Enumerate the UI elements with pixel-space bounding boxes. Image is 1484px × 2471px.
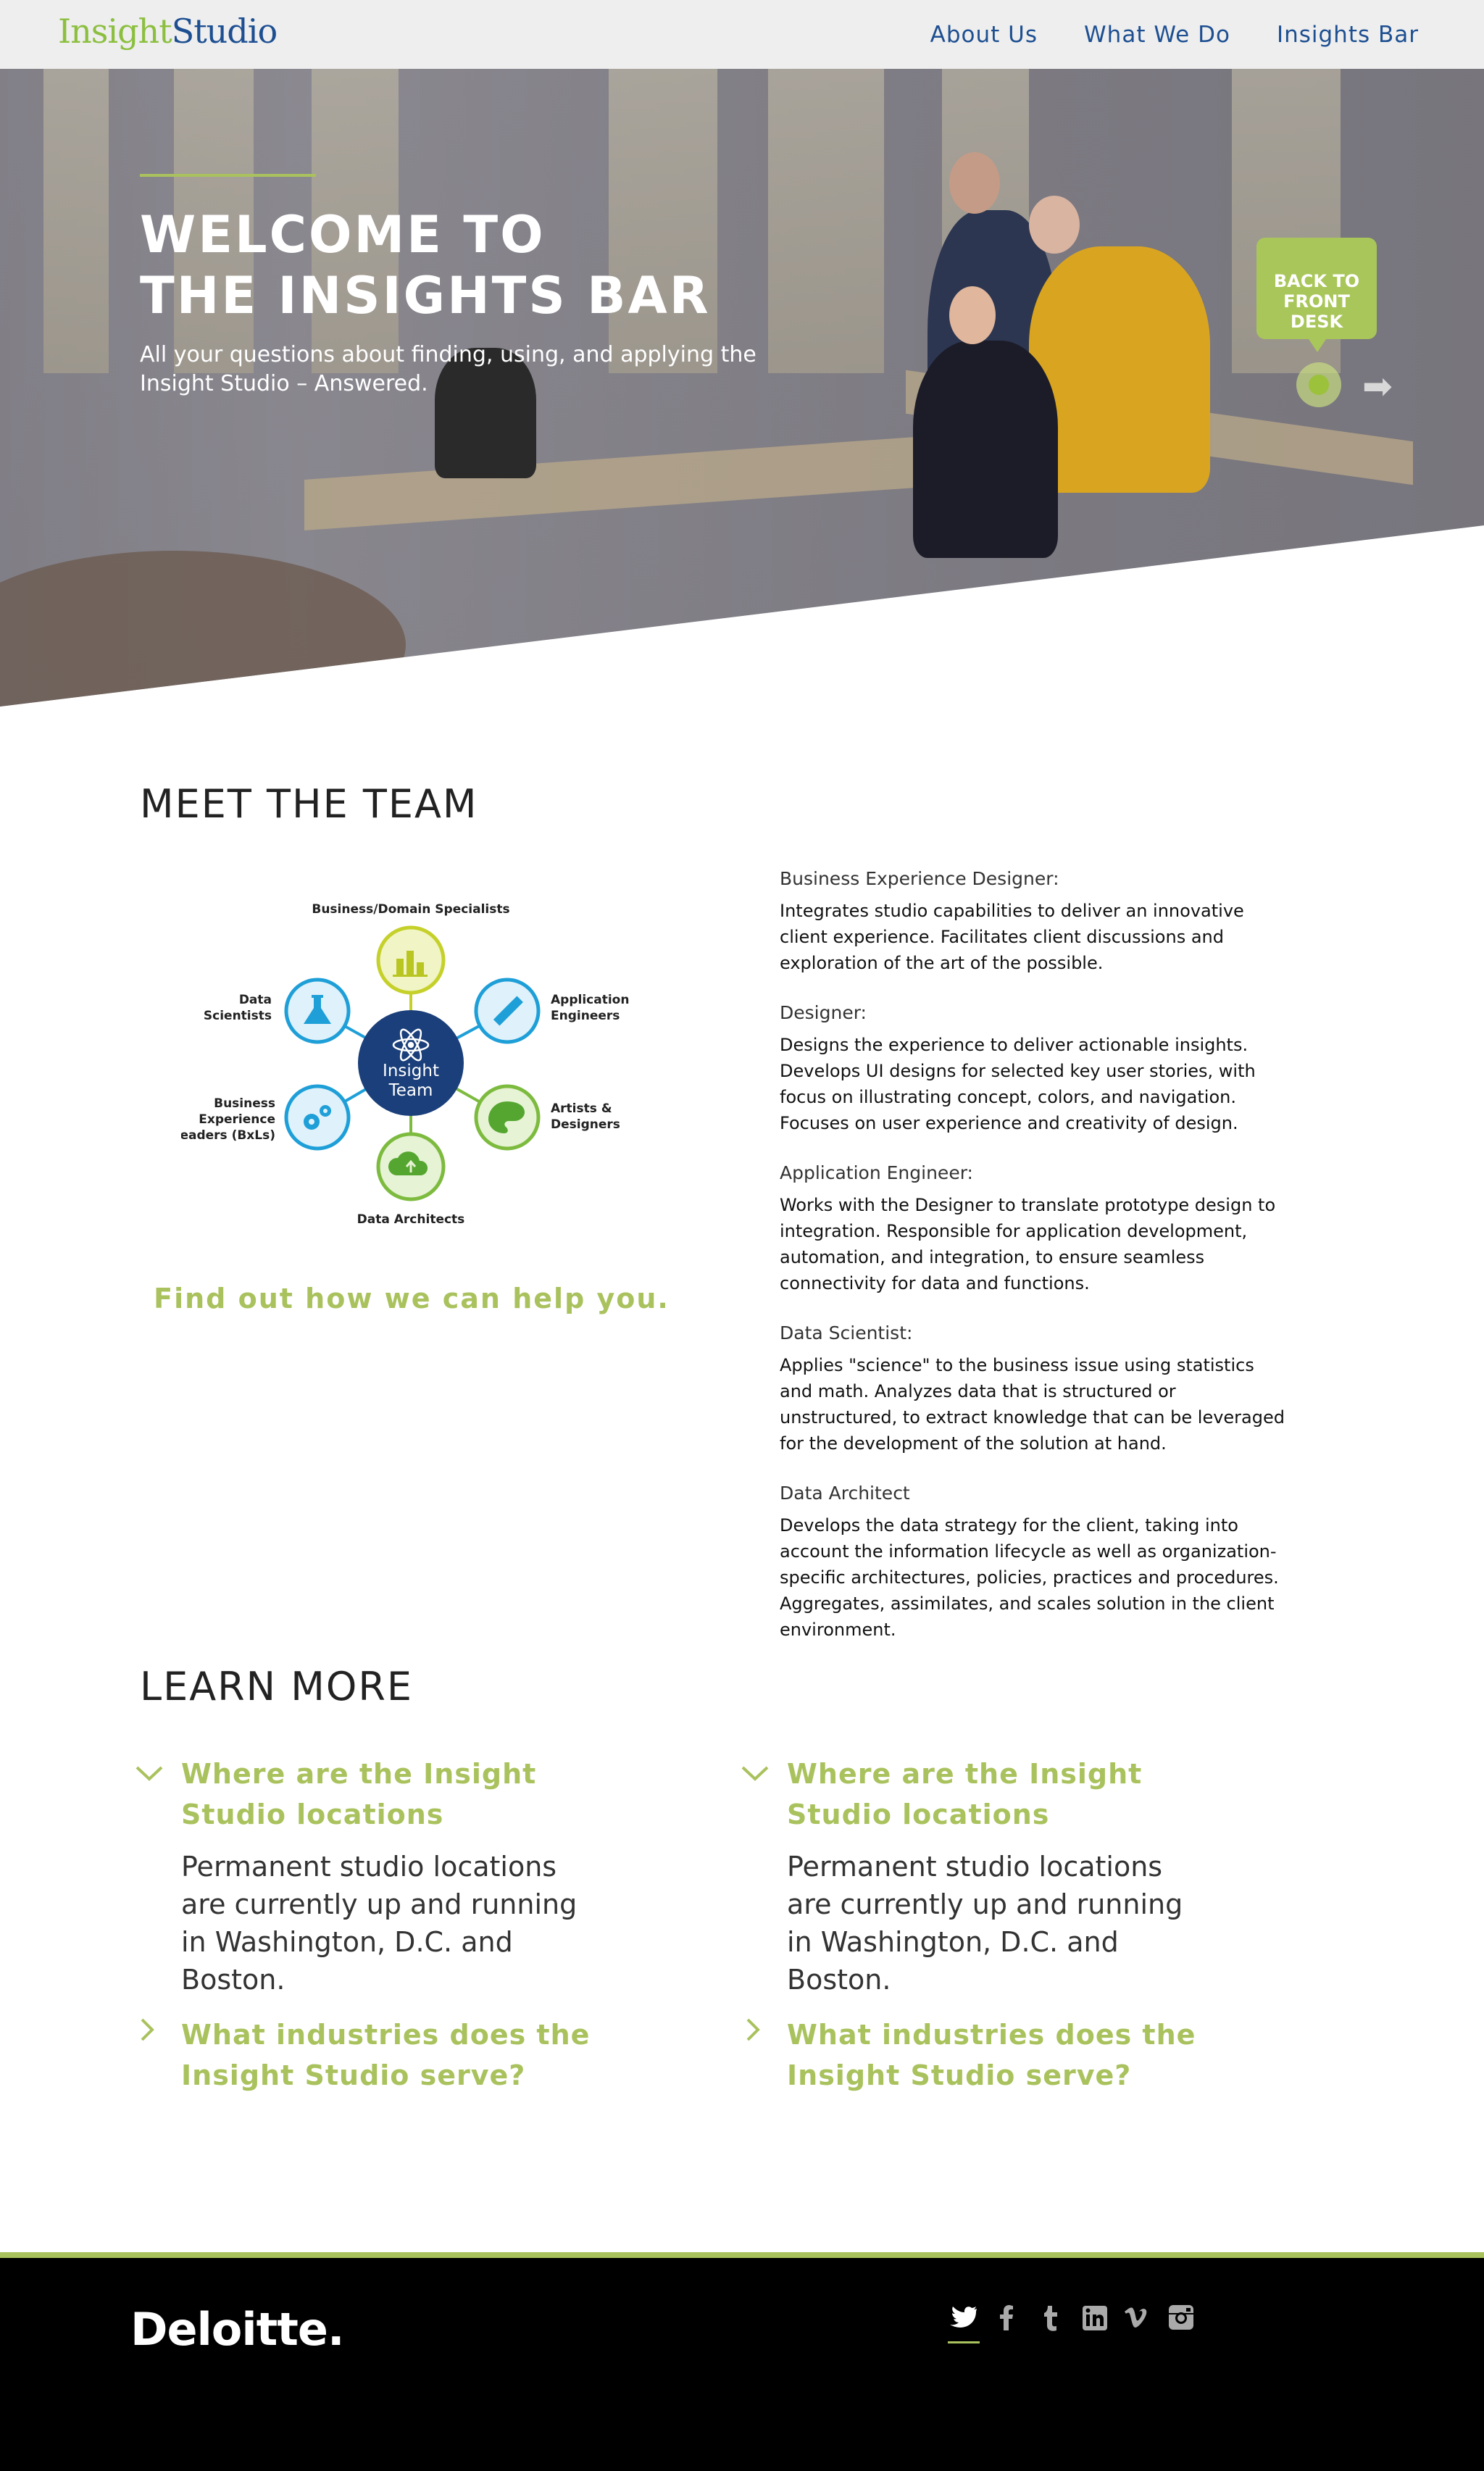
faq-toggle[interactable]: Where are the Insight Studio locations bbox=[741, 1754, 1204, 1835]
faq-toggle[interactable]: What industries does the Insight Studio … bbox=[135, 2014, 599, 2096]
faq-toggle[interactable]: Where are the Insight Studio locations bbox=[135, 1754, 599, 1835]
center-label-line1: Insight bbox=[383, 1062, 439, 1080]
hero-accent-line bbox=[140, 174, 316, 177]
faq-item-industries-col2: What industries does the Insight Studio … bbox=[741, 2014, 1204, 2096]
insight-team-diagram: Insight Team Business/Domain Specialists… bbox=[181, 902, 629, 1227]
role-title: Data Scientist: bbox=[780, 1322, 913, 1343]
label-application-engineers-1: Application bbox=[551, 993, 629, 1007]
back-to-front-desk-button[interactable]: BACK TO FRONT DESK bbox=[1256, 238, 1377, 352]
nav-link-about-us[interactable]: About Us bbox=[930, 22, 1038, 48]
chevron-down-icon[interactable] bbox=[135, 1754, 181, 1794]
hero-banner: WELCOME TO THE INSIGHTS BAR All your que… bbox=[0, 0, 1484, 707]
twitter-icon[interactable] bbox=[948, 2301, 980, 2343]
logo-text-insight: Insight bbox=[58, 12, 172, 51]
label-data-architects: Data Architects bbox=[357, 1212, 465, 1227]
vimeo-icon[interactable] bbox=[1122, 2301, 1154, 2338]
role-title: Business Experience Designer: bbox=[780, 868, 1059, 889]
instagram-icon[interactable] bbox=[1165, 2301, 1197, 2338]
deloitte-logo[interactable]: Deloitte. bbox=[130, 2303, 344, 2356]
center-label-line2: Team bbox=[388, 1081, 433, 1100]
arrow-right-icon[interactable]: ➡ bbox=[1362, 365, 1393, 407]
insight-studio-logo[interactable]: InsightStudio bbox=[58, 12, 278, 51]
faq-question[interactable]: What industries does the Insight Studio … bbox=[787, 2014, 1204, 2096]
nav-link-insights-bar[interactable]: Insights Bar bbox=[1277, 22, 1419, 48]
linkedin-icon[interactable] bbox=[1078, 2301, 1110, 2338]
footer: Deloitte. bbox=[0, 2258, 1484, 2471]
role-descriptions: Business Experience Designer: Integrates… bbox=[780, 868, 1287, 1669]
node-artists-designers bbox=[474, 1084, 541, 1151]
label-bxl-3: Leaders (BxLs) bbox=[181, 1128, 275, 1143]
faq-question[interactable]: Where are the Insight Studio locations bbox=[181, 1754, 599, 1835]
facebook-icon[interactable] bbox=[991, 2301, 1023, 2338]
role-description: Works with the Designer to translate pro… bbox=[780, 1195, 1276, 1293]
faq-answer: Permanent studio locations are currently… bbox=[787, 1851, 1183, 1996]
logo-text-studio: Studio bbox=[171, 12, 278, 51]
label-bxl-1: Business bbox=[214, 1096, 275, 1111]
back-button-line1: BACK TO bbox=[1273, 271, 1360, 291]
role-item: Business Experience Designer: Integrates… bbox=[780, 868, 1287, 976]
node-data-architects bbox=[376, 1132, 446, 1201]
hero-subtitle: All your questions about finding, using,… bbox=[140, 342, 756, 396]
node-business-experience-leaders bbox=[284, 1084, 351, 1151]
faq-item-industries-col1: What industries does the Insight Studio … bbox=[135, 2014, 599, 2096]
chevron-right-icon[interactable] bbox=[741, 2014, 787, 2055]
hero-title-line1: WELCOME TO bbox=[140, 205, 546, 264]
node-data-scientists bbox=[284, 978, 351, 1044]
role-description: Applies "science" to the business issue … bbox=[780, 1355, 1285, 1454]
label-artists-designers-1: Artists & bbox=[551, 1101, 612, 1116]
role-item: Application Engineer: Works with the Des… bbox=[780, 1162, 1287, 1296]
label-data-scientists-2: Scientists bbox=[204, 1009, 272, 1023]
top-nav: InsightStudio About Us What We Do Insigh… bbox=[0, 0, 1484, 69]
label-business-domain-specialists: Business/Domain Specialists bbox=[312, 902, 509, 917]
social-links bbox=[948, 2301, 1197, 2343]
role-title: Data Architect bbox=[780, 1483, 910, 1504]
label-data-scientists-1: Data bbox=[239, 993, 272, 1007]
role-description: Designs the experience to deliver action… bbox=[780, 1035, 1256, 1133]
role-item: Data Architect Develops the data strateg… bbox=[780, 1483, 1287, 1643]
nav-links: About Us What We Do Insights Bar bbox=[930, 22, 1419, 48]
footer-accent-line bbox=[0, 2252, 1484, 2258]
faq-answer: Permanent studio locations are currently… bbox=[181, 1851, 578, 1996]
location-marker-icon[interactable] bbox=[1296, 362, 1341, 407]
meet-the-team-heading: MEET THE TEAM bbox=[140, 781, 478, 827]
faq-question[interactable]: Where are the Insight Studio locations bbox=[787, 1754, 1204, 1835]
tumblr-icon[interactable] bbox=[1035, 2301, 1067, 2338]
nav-link-what-we-do[interactable]: What We Do bbox=[1084, 22, 1230, 48]
role-description: Integrates studio capabilities to delive… bbox=[780, 901, 1244, 973]
learn-more-heading: LEARN MORE bbox=[140, 1664, 413, 1709]
faq-item-locations-col1: Where are the Insight Studio locations P… bbox=[135, 1754, 599, 1999]
role-item: Designer: Designs the experience to deli… bbox=[780, 1002, 1287, 1136]
hero-title-line2: THE INSIGHTS BAR bbox=[140, 266, 711, 325]
node-insight-team-center: Insight Team bbox=[358, 1010, 464, 1116]
label-bxl-2: Experience bbox=[199, 1112, 275, 1127]
role-description: Develops the data strategy for the clien… bbox=[780, 1515, 1279, 1640]
role-title: Application Engineer: bbox=[780, 1162, 973, 1183]
chevron-right-icon[interactable] bbox=[135, 2014, 181, 2055]
faq-question[interactable]: What industries does the Insight Studio … bbox=[181, 2014, 599, 2096]
chevron-down-icon[interactable] bbox=[741, 1754, 787, 1794]
help-cta-link[interactable]: Find out how we can help you. bbox=[140, 1283, 683, 1314]
node-business-domain-specialists bbox=[376, 925, 446, 995]
role-item: Data Scientist: Applies "science" to the… bbox=[780, 1322, 1287, 1457]
faq-item-locations-col2: Where are the Insight Studio locations P… bbox=[741, 1754, 1204, 1999]
label-application-engineers-2: Engineers bbox=[551, 1009, 620, 1023]
label-artists-designers-2: Designers bbox=[551, 1117, 620, 1132]
role-title: Designer: bbox=[780, 1002, 867, 1023]
back-button-line2: FRONT DESK bbox=[1283, 291, 1350, 332]
hero-title: WELCOME TO THE INSIGHTS BAR bbox=[140, 204, 864, 326]
node-application-engineers bbox=[474, 978, 541, 1044]
faq-toggle[interactable]: What industries does the Insight Studio … bbox=[741, 2014, 1204, 2096]
